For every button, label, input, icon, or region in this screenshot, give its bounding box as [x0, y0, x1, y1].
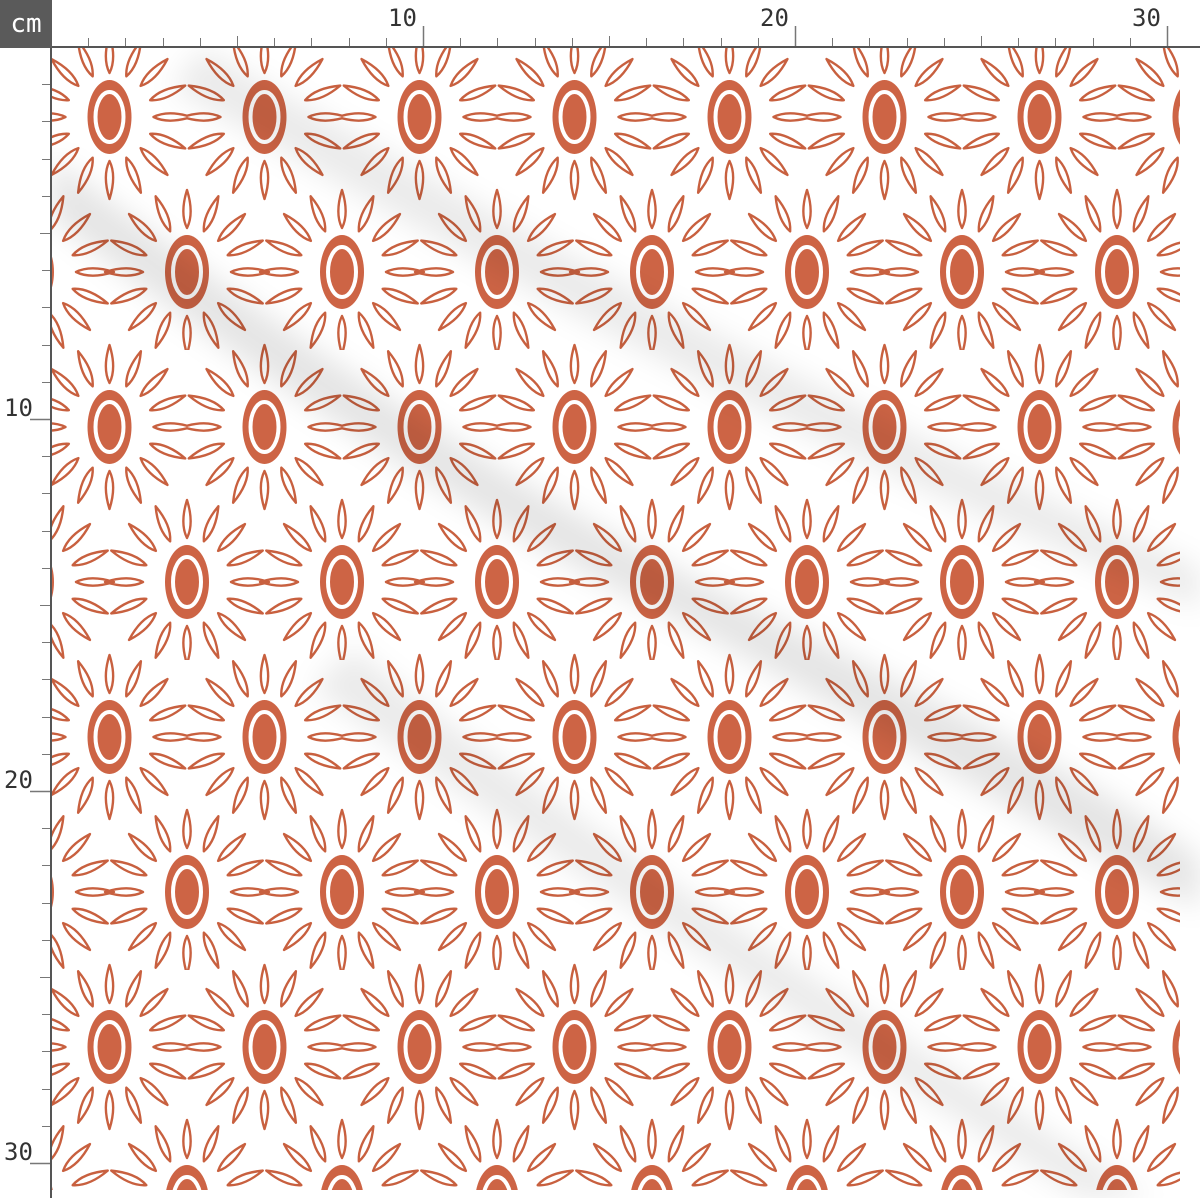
vertical-ruler: 10 20 30	[0, 48, 52, 1198]
ruler-left-label-30: 30	[4, 1138, 33, 1166]
ruler-left-label-10: 10	[4, 394, 33, 422]
ruler-top-label-30: 30	[1132, 4, 1161, 32]
horizontal-ruler: 10 20 30	[52, 0, 1200, 48]
ruler-left-label-20: 20	[4, 766, 33, 794]
ruler-top-label-20: 20	[760, 4, 789, 32]
sunburst-pattern	[52, 48, 1200, 1198]
unit-label: cm	[0, 0, 52, 48]
horizontal-ruler-ticks	[88, 26, 1169, 46]
ruler-top-label-10: 10	[388, 4, 417, 32]
vertical-ruler-ticks	[30, 84, 50, 1165]
pattern-fill	[52, 48, 1180, 1190]
fabric-swatch	[52, 48, 1200, 1198]
